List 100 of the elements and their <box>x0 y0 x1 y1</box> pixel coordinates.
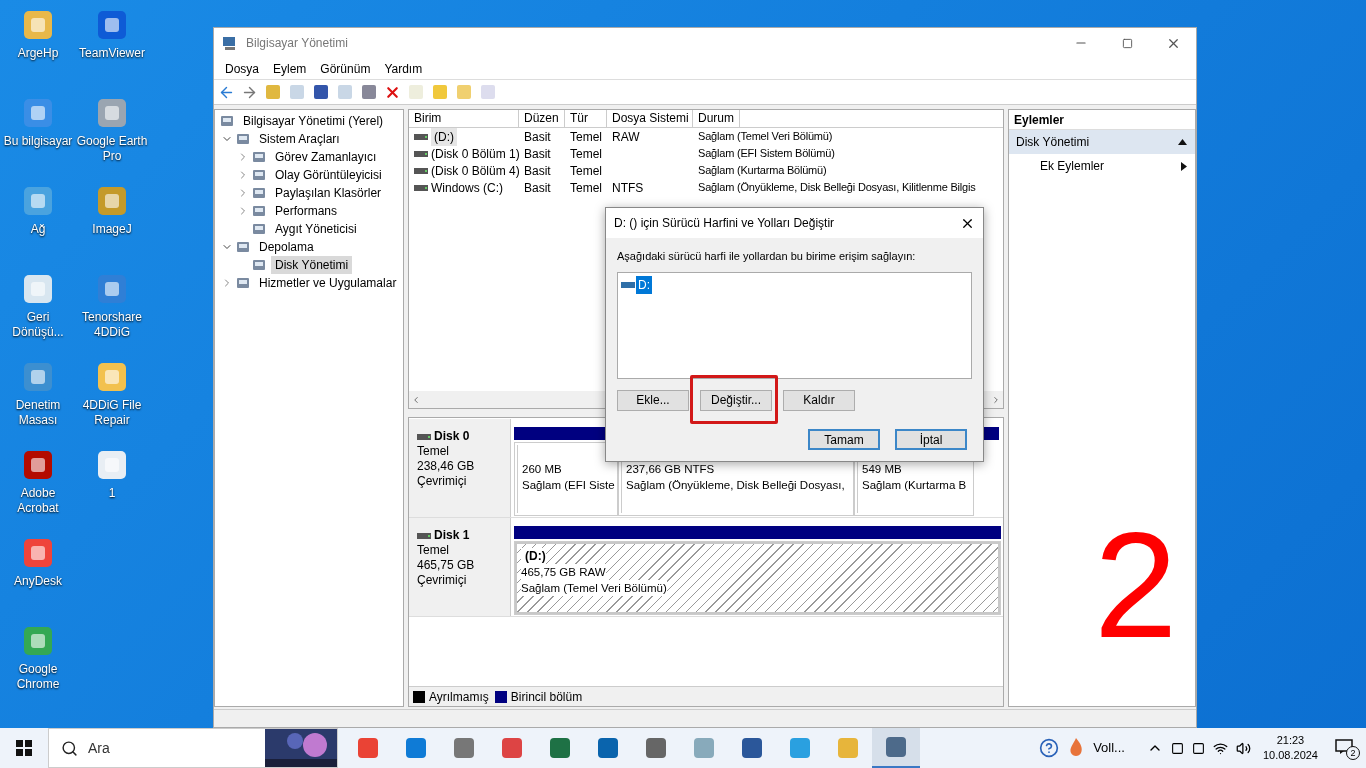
table-cell-text: Basit <box>524 145 551 163</box>
menu-item[interactable]: Görünüm <box>313 59 378 78</box>
desktop-icon-label[interactable]: Denetim Masası <box>0 398 76 428</box>
drive-icon <box>414 133 428 140</box>
tray-icon[interactable] <box>1170 741 1184 755</box>
desktop-icon-label[interactable]: Google Chrome <box>0 662 76 692</box>
tree-item[interactable]: Aygıt Yöneticisi <box>271 220 361 238</box>
app-icon[interactable] <box>644 736 668 760</box>
table-cell-text: (Disk 0 Bölüm 1) <box>431 145 520 163</box>
tree-item[interactable]: Depolama <box>255 238 318 256</box>
column-header[interactable]: Durum <box>693 110 740 127</box>
action-item[interactable]: Disk Yönetimi <box>1009 130 1195 154</box>
dialog-button[interactable]: İptal <box>895 428 967 450</box>
table-cell-text: NTFS <box>612 179 644 197</box>
table-cell-text: Temel <box>570 145 602 163</box>
submenu-arrow-icon[interactable] <box>1181 161 1187 171</box>
tray-label[interactable]: Voll... <box>1093 738 1125 758</box>
app-icon[interactable] <box>95 96 129 130</box>
app-icon[interactable] <box>21 624 55 658</box>
desktop-icon-label[interactable]: TeamViewer <box>79 46 145 61</box>
start-icon[interactable] <box>16 740 32 756</box>
taskbar-app[interactable] <box>872 728 920 768</box>
dialog-button[interactable]: Kaldır <box>783 389 855 411</box>
partition-info: Sağlam (Temel Veri Bölümü) <box>521 580 667 596</box>
node-icon <box>251 221 267 237</box>
app-icon[interactable] <box>95 184 129 218</box>
path-item[interactable]: D: <box>636 275 652 294</box>
app-icon[interactable] <box>500 736 524 760</box>
table-cell-text: Basit <box>524 128 551 146</box>
app-icon[interactable] <box>356 736 380 760</box>
column-header[interactable]: Birim <box>409 110 519 127</box>
desktop-icon-label[interactable]: 1 <box>108 486 116 501</box>
tray-icon[interactable] <box>1191 741 1205 755</box>
toolbar-icon[interactable] <box>360 83 378 101</box>
tree-item[interactable]: Olay Görüntüleyicisi <box>271 166 386 184</box>
partition-block[interactable]: 260 MB Sağlam (EFI Siste <box>514 442 618 516</box>
tree-item[interactable]: Sistem Araçları <box>255 130 344 148</box>
clock-date[interactable]: 10.08.2024 <box>1262 748 1318 763</box>
app-icon[interactable] <box>95 8 129 42</box>
tree-item[interactable]: Görev Zamanlayıcı <box>271 148 381 166</box>
node-icon <box>251 149 267 165</box>
app-icon[interactable] <box>596 736 620 760</box>
app-icon[interactable] <box>95 448 129 482</box>
column-header[interactable]: Tür <box>565 110 607 127</box>
clock-time[interactable]: 21:23 <box>1276 733 1305 748</box>
app-icon[interactable] <box>21 8 55 42</box>
disk-size: 238,46 GB <box>417 459 476 474</box>
app-icon[interactable] <box>95 360 129 394</box>
desktop-icon-label[interactable]: 4DDiG File Repair <box>74 398 150 428</box>
app-icon[interactable] <box>21 272 55 306</box>
drive-icon <box>414 184 428 191</box>
notification-icon[interactable] <box>1335 739 1353 755</box>
app-icon[interactable] <box>740 736 764 760</box>
disk-status: Çevrimiçi <box>417 573 468 588</box>
scroll-right-icon[interactable] <box>991 394 1001 405</box>
tree-item[interactable]: Paylaşılan Klasörler <box>271 184 386 202</box>
search-icon <box>61 739 78 757</box>
scroll-left-icon[interactable] <box>411 394 421 405</box>
node-icon <box>235 275 251 291</box>
desktop-icon-label[interactable]: ImageJ <box>92 222 132 237</box>
menu-item[interactable]: Eylem <box>266 59 314 78</box>
dialog-title: D: () için Sürücü Harfini ve Yolları Değiştir <box>614 215 835 232</box>
desktop-icon-label[interactable]: Tenorshare 4DDiG <box>74 310 150 340</box>
partition-info: 465,75 GB RAW <box>521 564 606 580</box>
instruction-text: Aşağıdaki sürücü harfi ile yollardan bu birime erişim sağlayın: <box>617 249 917 264</box>
wifi-icon[interactable] <box>1212 740 1228 756</box>
desktop-icon-label[interactable]: ArgeHp <box>17 46 59 61</box>
desktop-icon-label[interactable]: Bu bilgisayar <box>3 134 73 149</box>
desktop-icon-label[interactable]: Adobe Acrobat <box>0 486 76 516</box>
toolbar-icon[interactable] <box>312 83 330 101</box>
app-icon[interactable] <box>21 448 55 482</box>
app-icon[interactable] <box>548 736 572 760</box>
dialog-button[interactable]: Değiştir... <box>700 389 772 411</box>
desktop-icon-label[interactable]: Geri Dönüşü... <box>0 310 76 340</box>
desktop-icon-label[interactable]: Ağ <box>30 222 46 237</box>
app-icon[interactable] <box>884 735 908 759</box>
collapse-icon[interactable] <box>1178 139 1187 145</box>
tree-item[interactable]: Bilgisayar Yönetimi (Yerel) <box>239 112 388 130</box>
search-placeholder: Ara <box>88 738 110 758</box>
desktop-icon-label[interactable]: AnyDesk <box>14 574 62 589</box>
node-icon <box>235 131 251 147</box>
app-icon[interactable] <box>404 736 428 760</box>
action-item[interactable]: Ek Eylemler <box>1009 154 1195 178</box>
tree-item[interactable]: Performans <box>271 202 342 220</box>
tree-item[interactable]: Disk Yönetimi <box>271 256 353 274</box>
volume-icon[interactable] <box>1235 740 1251 756</box>
dialog-button[interactable]: Ekle... <box>617 389 689 411</box>
menu-item[interactable]: Dosya <box>218 59 266 78</box>
tree-item[interactable]: Hizmetler ve Uygulamalar <box>255 274 401 292</box>
dialog-button[interactable]: Tamam <box>808 428 880 450</box>
column-header[interactable]: Düzen <box>519 110 565 127</box>
search-field[interactable]: Ara <box>48 728 338 768</box>
partition-block[interactable]: (D:) 465,75 GB RAW Sağlam (Temel Veri Bölümü) <box>514 541 1001 615</box>
app-icon[interactable] <box>452 736 476 760</box>
desktop-icon-label[interactable]: Google Earth Pro <box>74 134 150 164</box>
node-icon <box>251 203 267 219</box>
help-icon[interactable] <box>1039 738 1060 758</box>
disk-name: Disk 1 <box>434 528 470 543</box>
menu-item[interactable]: Yardım <box>377 59 430 78</box>
column-header[interactable]: Dosya Sistemi <box>607 110 693 127</box>
